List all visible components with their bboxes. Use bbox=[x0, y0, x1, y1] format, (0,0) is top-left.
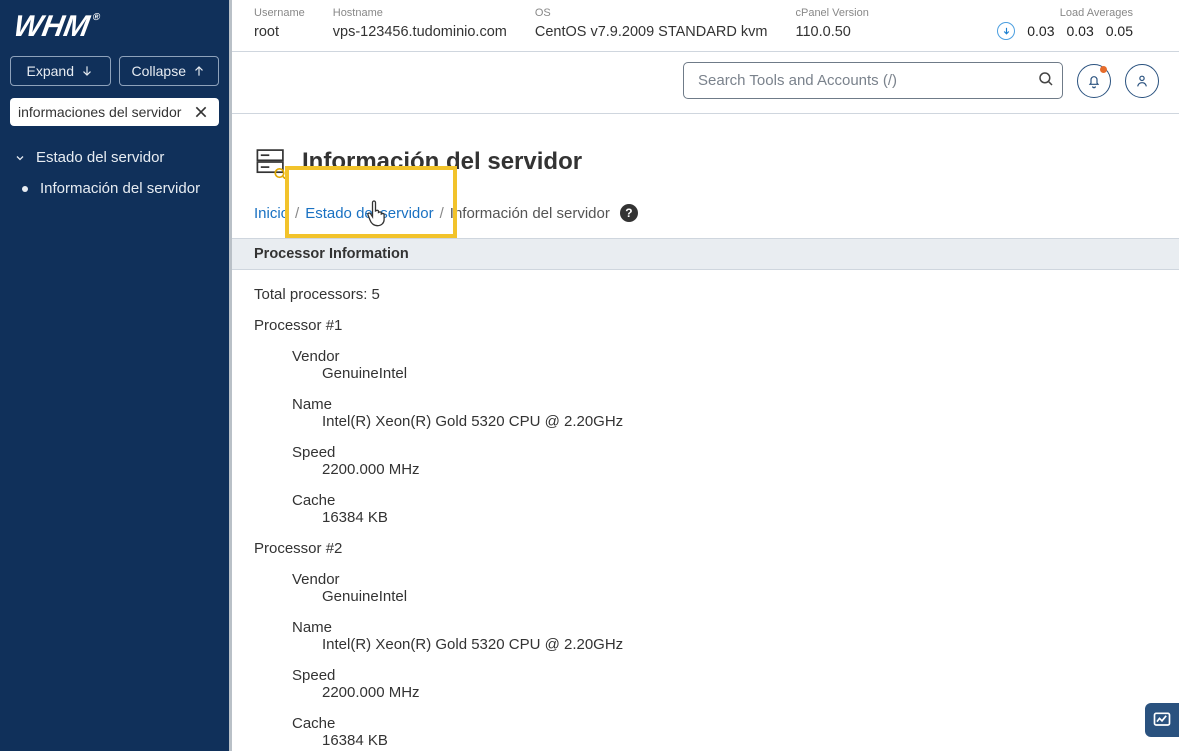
stat-username-value: root bbox=[254, 20, 305, 42]
sidebar-group-server-status[interactable]: Estado del servidor bbox=[0, 142, 229, 173]
stat-loadavg: Load Averages 0.03 0.03 0.05 bbox=[997, 6, 1133, 40]
processor-title: Processor #1 bbox=[254, 317, 1157, 334]
speed-label: Speed bbox=[292, 667, 1157, 684]
name-value: Intel(R) Xeon(R) Gold 5320 CPU @ 2.20GHz bbox=[322, 636, 1157, 653]
stat-username: Username root bbox=[254, 6, 305, 42]
arrow-up-icon bbox=[192, 64, 206, 78]
expand-button[interactable]: Expand bbox=[10, 56, 111, 86]
chevron-down-icon bbox=[14, 152, 26, 164]
load-1m: 0.03 bbox=[1027, 23, 1054, 39]
stat-os-label: OS bbox=[535, 6, 768, 20]
collapse-button[interactable]: Collapse bbox=[119, 56, 220, 86]
logo: WHM® bbox=[0, 0, 229, 50]
vendor-value: GenuineIntel bbox=[322, 365, 1157, 382]
breadcrumb: Inicio / Estado del servidor / Informaci… bbox=[232, 194, 1179, 238]
section-header-processor-info: Processor Information bbox=[232, 238, 1179, 270]
search-icon[interactable] bbox=[1037, 70, 1055, 88]
speed-value: 2200.000 MHz bbox=[322, 461, 1157, 478]
clear-search-icon[interactable] bbox=[191, 102, 211, 122]
user-menu-button[interactable] bbox=[1125, 64, 1159, 98]
whm-logo-text: WHM® bbox=[11, 10, 99, 44]
page-title: Información del servidor bbox=[302, 148, 582, 176]
name-label: Name bbox=[292, 619, 1157, 636]
bullet-icon bbox=[22, 186, 28, 192]
sidebar-search-input[interactable] bbox=[10, 98, 219, 126]
vendor-value: GenuineIntel bbox=[322, 588, 1157, 605]
name-label: Name bbox=[292, 396, 1157, 413]
stat-os-value: CentOS v7.9.2009 STANDARD kvm bbox=[535, 20, 768, 42]
sidebar-item-server-info[interactable]: Información del servidor bbox=[0, 173, 229, 204]
arrow-down-icon bbox=[80, 64, 94, 78]
vendor-label: Vendor bbox=[292, 571, 1157, 588]
notification-dot-icon bbox=[1100, 66, 1107, 73]
speed-value: 2200.000 MHz bbox=[322, 684, 1157, 701]
user-icon bbox=[1134, 73, 1150, 89]
stat-cpanel-value: 110.0.50 bbox=[795, 20, 868, 42]
bell-icon bbox=[1086, 73, 1102, 89]
page-content: Información del servidor Inicio / Estado… bbox=[232, 114, 1179, 751]
stat-username-label: Username bbox=[254, 6, 305, 20]
cache-label: Cache bbox=[292, 715, 1157, 732]
notifications-button[interactable] bbox=[1077, 64, 1111, 98]
speed-label: Speed bbox=[292, 444, 1157, 461]
sidebar: WHM® Expand Collapse Estado del servidor bbox=[0, 0, 232, 751]
expand-label: Expand bbox=[27, 63, 74, 79]
load-15m: 0.05 bbox=[1106, 23, 1133, 39]
sidebar-item-label: Información del servidor bbox=[40, 180, 200, 197]
server-icon bbox=[254, 145, 288, 179]
collapse-label: Collapse bbox=[132, 63, 186, 79]
sidebar-group-label: Estado del servidor bbox=[36, 149, 164, 166]
processor-title: Processor #2 bbox=[254, 540, 1157, 557]
stat-loadavg-label: Load Averages bbox=[997, 6, 1133, 20]
chart-icon bbox=[1152, 710, 1172, 730]
stat-hostname-label: Hostname bbox=[333, 6, 507, 20]
main-area: Username root Hostname vps-123456.tudomi… bbox=[232, 0, 1179, 751]
stat-cpanel: cPanel Version 110.0.50 bbox=[795, 6, 868, 42]
breadcrumb-current: Información del servidor bbox=[450, 205, 610, 222]
breadcrumb-home[interactable]: Inicio bbox=[254, 205, 289, 222]
download-icon[interactable] bbox=[997, 22, 1015, 40]
load-5m: 0.03 bbox=[1067, 23, 1094, 39]
action-bar bbox=[232, 52, 1179, 114]
stat-hostname-value: vps-123456.tudominio.com bbox=[333, 20, 507, 42]
cache-value: 16384 KB bbox=[322, 732, 1157, 749]
name-value: Intel(R) Xeon(R) Gold 5320 CPU @ 2.20GHz bbox=[322, 413, 1157, 430]
help-icon[interactable]: ? bbox=[620, 204, 638, 222]
top-info-bar: Username root Hostname vps-123456.tudomi… bbox=[232, 0, 1179, 52]
stats-fab-button[interactable] bbox=[1145, 703, 1179, 737]
vendor-label: Vendor bbox=[292, 348, 1157, 365]
global-search-input[interactable] bbox=[683, 62, 1063, 99]
breadcrumb-separator: / bbox=[295, 205, 299, 222]
stat-cpanel-label: cPanel Version bbox=[795, 6, 868, 20]
cache-value: 16384 KB bbox=[322, 509, 1157, 526]
total-processors: Total processors: 5 bbox=[254, 286, 1157, 303]
breadcrumb-separator: / bbox=[440, 205, 444, 222]
stat-hostname: Hostname vps-123456.tudominio.com bbox=[333, 6, 507, 42]
cache-label: Cache bbox=[292, 492, 1157, 509]
breadcrumb-server-status[interactable]: Estado del servidor bbox=[305, 205, 433, 222]
stat-os: OS CentOS v7.9.2009 STANDARD kvm bbox=[535, 6, 768, 42]
